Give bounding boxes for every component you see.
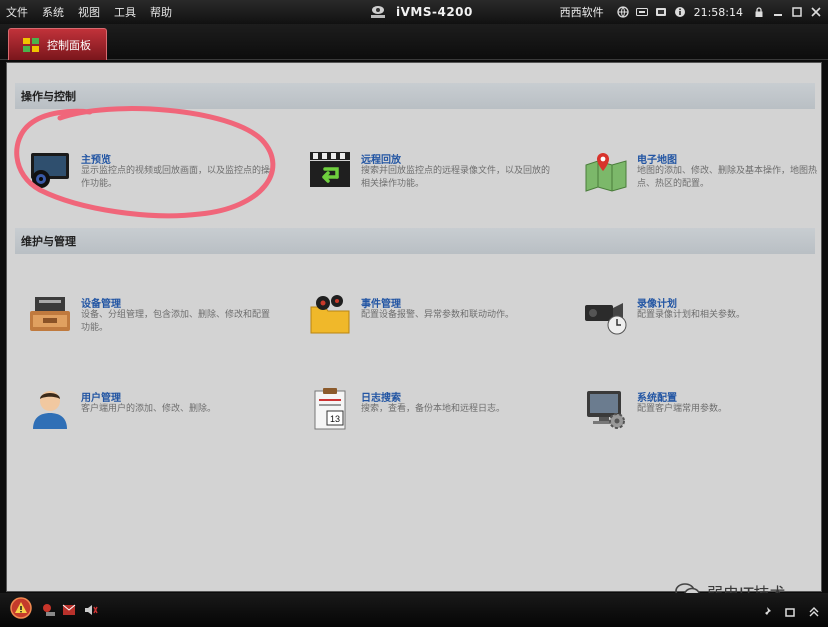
item-title: 用户管理 bbox=[81, 393, 121, 404]
status-bar bbox=[0, 593, 828, 627]
item-title: 事件管理 bbox=[361, 299, 401, 310]
main-menu: 文件 系统 视图 工具 帮助 bbox=[0, 4, 186, 20]
keyboard-icon[interactable] bbox=[635, 6, 648, 18]
menu-view[interactable]: 视图 bbox=[78, 4, 100, 20]
section-title: 操作与控制 bbox=[21, 90, 76, 103]
item-desc: 配置录像计划和相关参数。 bbox=[637, 310, 746, 320]
maximize-icon[interactable] bbox=[791, 6, 803, 18]
item-system-config[interactable]: 系统配置 配置客户端常用参数。 bbox=[583, 387, 828, 447]
item-title: 设备管理 bbox=[81, 299, 121, 310]
menu-tools[interactable]: 工具 bbox=[114, 4, 136, 20]
item-desc: 设备、分组管理，包含添加、删除、修改和配置功能。 bbox=[81, 310, 271, 333]
item-desc: 显示监控点的视频或回放画面，以及监控点的操作功能。 bbox=[81, 166, 271, 189]
expand-up-icon[interactable] bbox=[808, 603, 820, 622]
item-desc: 搜索并回放监控点的远程录像文件，以及回放的相关操作功能。 bbox=[361, 166, 551, 189]
config-icon bbox=[583, 387, 629, 431]
section-maintenance-management: 维护与管理 bbox=[15, 228, 815, 254]
app-title: iVMS-4200 bbox=[368, 0, 473, 24]
clock-time: 21:58:14 bbox=[693, 5, 743, 19]
close-icon[interactable] bbox=[810, 6, 822, 18]
menu-system[interactable]: 系统 bbox=[42, 4, 64, 20]
status-area: 西西软件 21:58:14 bbox=[560, 0, 822, 24]
menu-bar: 文件 系统 视图 工具 帮助 iVMS-4200 西西软件 21:58:14 bbox=[0, 0, 828, 24]
camera-logo-icon bbox=[368, 5, 388, 19]
item-event-management[interactable]: 事件管理 配置设备报警、异常参数和联动动作。 bbox=[307, 293, 557, 353]
item-user-management[interactable]: 用户管理 客户端用户的添加、修改、删除。 bbox=[27, 387, 277, 447]
minimize-icon[interactable] bbox=[772, 6, 784, 18]
alarm-icon[interactable] bbox=[10, 597, 32, 623]
map-icon bbox=[583, 149, 629, 193]
restore-icon[interactable] bbox=[784, 603, 796, 622]
tab-control-panel[interactable]: 控制面板 bbox=[8, 28, 107, 60]
playback-icon bbox=[307, 149, 353, 193]
camera-icon bbox=[583, 293, 629, 337]
item-main-preview[interactable]: 主预览 显示监控点的视频或回放画面，以及监控点的操作功能。 bbox=[27, 149, 277, 209]
event-icon bbox=[307, 293, 353, 337]
item-desc: 客户端用户的添加、修改、删除。 bbox=[81, 404, 217, 414]
item-remote-playback[interactable]: 远程回放 搜索并回放监控点的远程录像文件，以及回放的相关操作功能。 bbox=[307, 149, 557, 209]
item-desc: 地图的添加、修改、删除及基本操作，地图热点、热区的配置。 bbox=[637, 166, 818, 189]
section-title: 维护与管理 bbox=[21, 235, 76, 248]
log-icon: 13 bbox=[307, 387, 353, 431]
message-icon[interactable] bbox=[62, 602, 76, 621]
section-operation-control: 操作与控制 bbox=[15, 83, 815, 109]
info-icon[interactable] bbox=[674, 6, 686, 18]
user-name: 西西软件 bbox=[559, 6, 604, 19]
item-device-management[interactable]: 设备管理 设备、分组管理，包含添加、删除、修改和配置功能。 bbox=[27, 293, 277, 353]
item-title: 远程回放 bbox=[361, 155, 401, 166]
sound-icon[interactable] bbox=[84, 602, 98, 621]
item-title: 系统配置 bbox=[637, 393, 677, 404]
tab-label: 控制面板 bbox=[47, 38, 91, 52]
menu-file[interactable]: 文件 bbox=[6, 4, 28, 20]
app-window: 文件 系统 视图 工具 帮助 iVMS-4200 西西软件 21:58:14 控… bbox=[0, 0, 828, 627]
pin-icon[interactable] bbox=[760, 603, 772, 622]
lock-icon[interactable] bbox=[753, 6, 765, 18]
item-desc: 搜索，查看，备份本地和远程日志。 bbox=[361, 404, 506, 414]
item-title: 电子地图 bbox=[637, 155, 677, 166]
app-title-text: iVMS-4200 bbox=[396, 5, 473, 19]
cpu-icon[interactable] bbox=[655, 6, 667, 18]
device-alert-icon[interactable] bbox=[42, 602, 56, 621]
item-title: 主预览 bbox=[81, 155, 111, 166]
grid-icon bbox=[23, 37, 39, 52]
control-panel: 操作与控制 主预览 显示监控点的视频或回放画面，以及监控点的操作功能。 远程回放… bbox=[6, 62, 822, 592]
tab-strip: 控制面板 bbox=[0, 24, 828, 60]
device-icon bbox=[27, 293, 73, 337]
item-title: 日志搜索 bbox=[361, 393, 401, 404]
item-record-schedule[interactable]: 录像计划 配置录像计划和相关参数。 bbox=[583, 293, 828, 353]
menu-help[interactable]: 帮助 bbox=[150, 4, 172, 20]
item-desc: 配置客户端常用参数。 bbox=[637, 404, 728, 414]
monitor-icon bbox=[27, 149, 73, 193]
item-desc: 配置设备报警、异常参数和联动动作。 bbox=[361, 310, 515, 320]
globe-icon[interactable] bbox=[616, 6, 629, 18]
item-title: 录像计划 bbox=[637, 299, 677, 310]
item-emap[interactable]: 电子地图 地图的添加、修改、删除及基本操作，地图热点、热区的配置。 bbox=[583, 149, 828, 209]
log-icon-day: 13 bbox=[330, 414, 340, 424]
item-log-search[interactable]: 13 日志搜索 搜索，查看，备份本地和远程日志。 bbox=[307, 387, 557, 447]
user-icon bbox=[27, 387, 73, 431]
